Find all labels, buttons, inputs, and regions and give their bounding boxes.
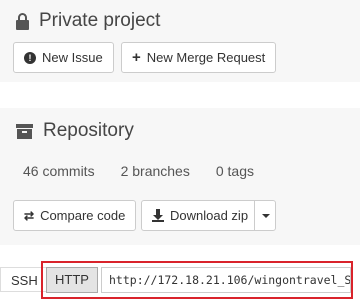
clone-bar: SSH HTTP http://172.18.21.106/wingontrav…: [0, 256, 360, 302]
highlight-box: HTTP http://172.18.21.106/wingontravel_S…: [41, 261, 353, 299]
download-icon: [152, 209, 164, 222]
clone-url-input[interactable]: http://172.18.21.106/wingontravel_SI: [101, 267, 351, 293]
new-merge-request-label: New Merge Request: [146, 50, 266, 65]
commits-count[interactable]: 46 commits: [23, 163, 95, 179]
tags-count[interactable]: 0 tags: [216, 163, 254, 179]
compare-code-button[interactable]: ⇄ Compare code: [13, 200, 137, 231]
download-zip-label: Download zip: [170, 208, 249, 223]
project-title-text: Private project: [39, 10, 161, 31]
project-title: Private project: [16, 10, 160, 32]
archive-icon: [16, 123, 33, 139]
new-issue-button[interactable]: ! New Issue: [13, 42, 114, 73]
lock-icon: [16, 12, 29, 30]
new-issue-label: New Issue: [42, 50, 103, 65]
compare-code-label: Compare code: [40, 208, 126, 223]
branches-count[interactable]: 2 branches: [121, 163, 190, 179]
download-zip-button[interactable]: Download zip: [141, 200, 260, 231]
repository-stats: 46 commits 2 branches 0 tags: [23, 163, 280, 179]
exchange-icon: ⇄: [24, 208, 35, 223]
info-icon: !: [24, 51, 36, 64]
download-options-caret[interactable]: [254, 200, 276, 231]
repository-title-text: Repository: [43, 120, 134, 141]
plus-icon: +: [132, 48, 141, 66]
new-merge-request-button[interactable]: + New Merge Request: [121, 42, 277, 73]
panel-gap: [0, 82, 360, 108]
http-button[interactable]: HTTP: [46, 267, 98, 293]
repository-title: Repository: [16, 120, 134, 142]
